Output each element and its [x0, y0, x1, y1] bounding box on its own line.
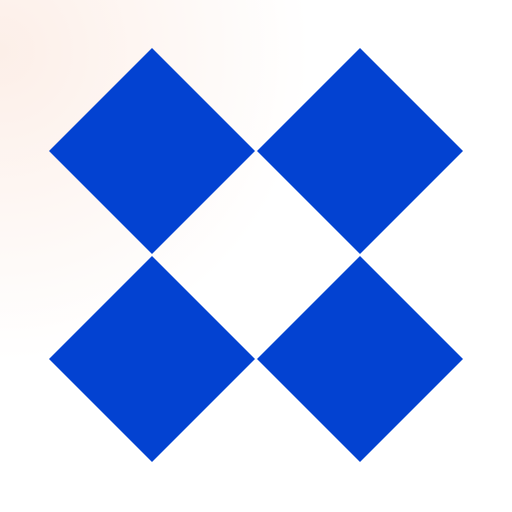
- diamond-top-left: [49, 48, 255, 254]
- four-diamond-x-logo-icon: [49, 48, 463, 462]
- logo-canvas: [0, 0, 512, 512]
- diamond-top-right: [257, 48, 463, 254]
- diamond-bottom-right: [257, 256, 463, 462]
- diamond-bottom-left: [49, 256, 255, 462]
